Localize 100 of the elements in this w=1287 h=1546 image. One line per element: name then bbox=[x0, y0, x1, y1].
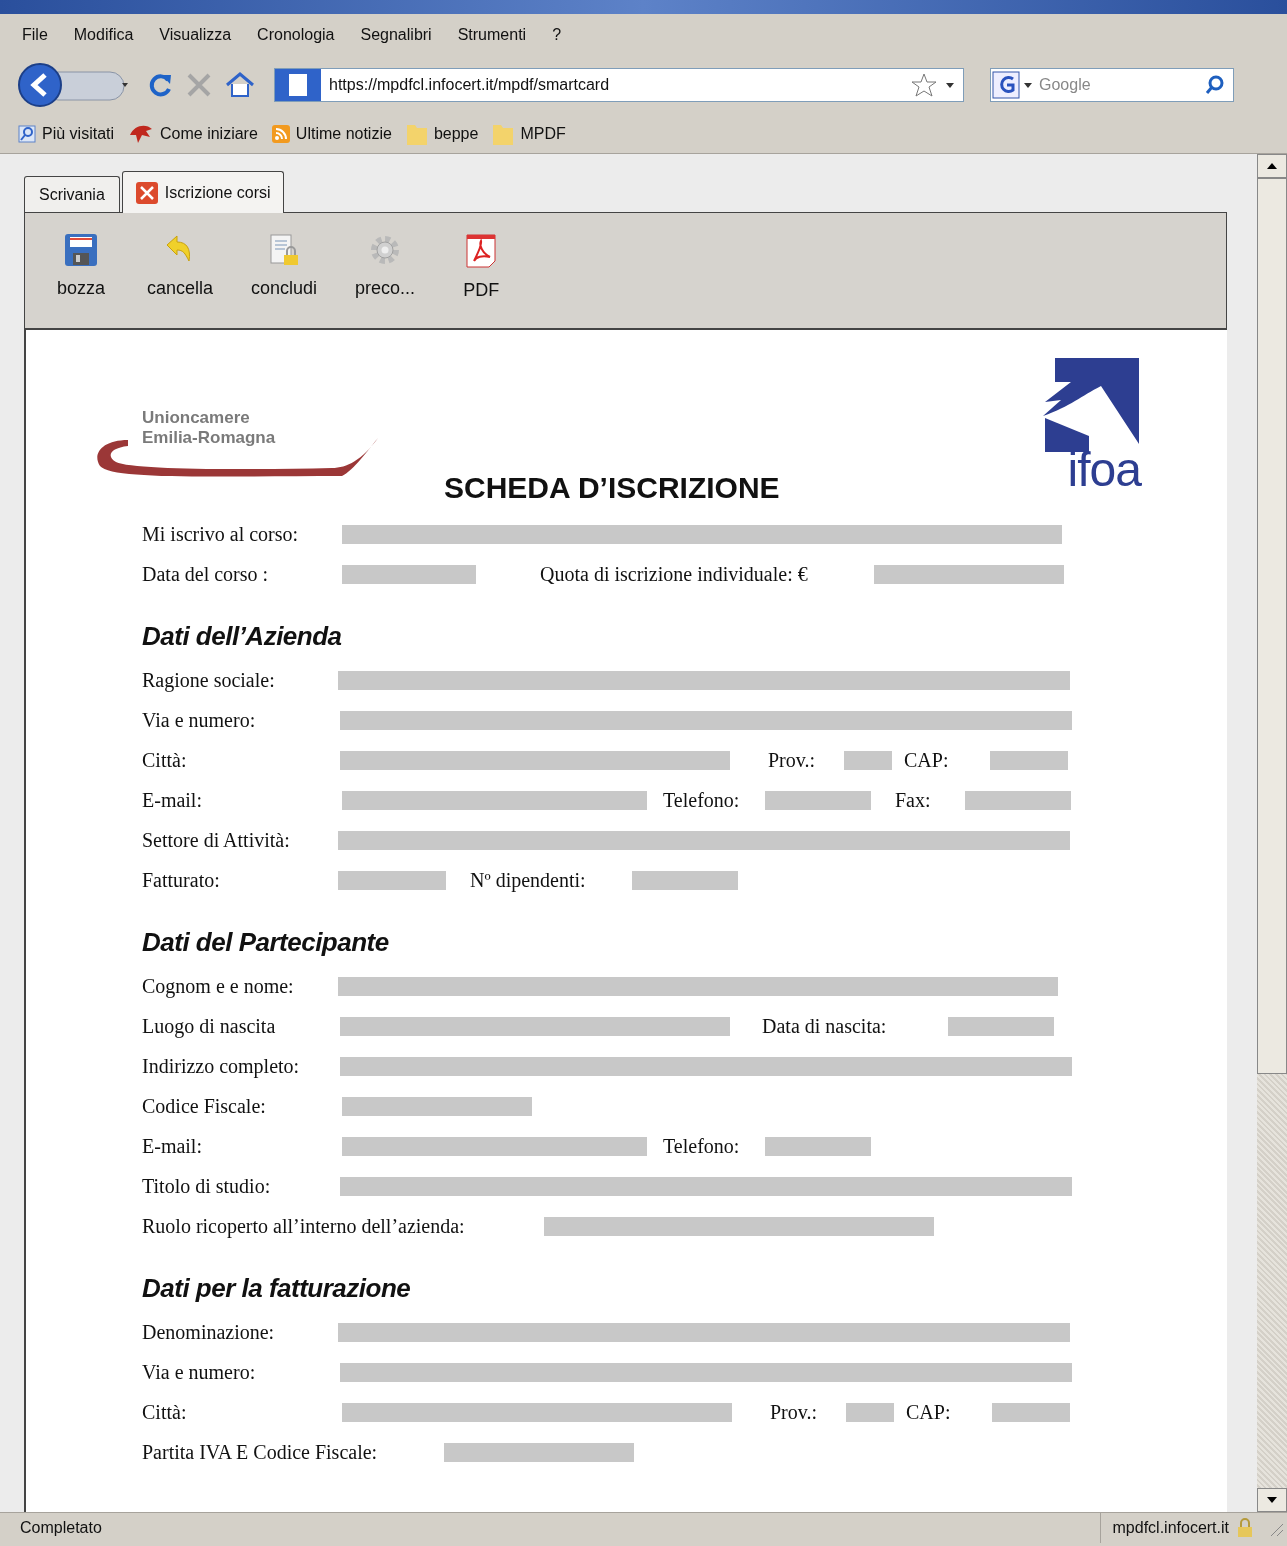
field-label: Luogo di nascita bbox=[142, 1014, 277, 1040]
address-bar[interactable]: https://mpdfcl.infocert.it/mpdf/smartcard bbox=[274, 68, 964, 102]
scroll-thumb[interactable] bbox=[1257, 178, 1287, 1074]
lock-icon bbox=[1237, 1518, 1253, 1538]
field-label: CAP: bbox=[906, 1400, 952, 1425]
host-text: mpdfcl.infocert.it bbox=[1112, 1518, 1229, 1538]
scrollbar[interactable] bbox=[1257, 154, 1287, 1512]
input-field[interactable] bbox=[342, 790, 647, 810]
input-field[interactable] bbox=[342, 564, 476, 584]
input-field[interactable] bbox=[340, 710, 1072, 730]
input-field[interactable] bbox=[990, 750, 1068, 770]
menu-item[interactable]: Cronologia bbox=[257, 23, 335, 47]
input-field[interactable] bbox=[444, 1442, 634, 1462]
input-field[interactable] bbox=[340, 1362, 1072, 1382]
pdf-file-icon bbox=[464, 233, 499, 269]
bookmark-link[interactable]: beppe bbox=[433, 121, 479, 146]
section-heading: Dati del Partecipante bbox=[142, 926, 390, 959]
field-label: Fax: bbox=[895, 788, 932, 813]
field-label: Città: bbox=[142, 1400, 188, 1425]
field-label: Data di nascita: bbox=[762, 1014, 888, 1039]
tab[interactable]: Iscrizione corsi bbox=[121, 171, 284, 213]
input-field[interactable] bbox=[342, 1402, 732, 1422]
search-input[interactable]: Google bbox=[1039, 73, 1189, 97]
input-field[interactable] bbox=[338, 670, 1070, 690]
field-label: Quota di iscrizione individuale: € bbox=[540, 562, 809, 587]
input-field[interactable] bbox=[340, 1056, 1072, 1076]
logo-text: ifoa bbox=[1066, 448, 1141, 492]
field-label: Prov.: bbox=[768, 748, 817, 773]
field-label: Codice Fiscale: bbox=[142, 1094, 267, 1119]
home-icon[interactable] bbox=[224, 71, 256, 99]
bookmark-link[interactable]: Come iniziare bbox=[160, 121, 258, 146]
dropdown-icon[interactable] bbox=[945, 80, 955, 90]
logo-text: Unioncamere bbox=[142, 408, 251, 428]
toolbar-button[interactable]: concludi bbox=[251, 233, 318, 302]
address-text: https://mpdfcl.infocert.it/mpdf/smartcard bbox=[329, 75, 610, 95]
field-label: Città: bbox=[142, 748, 188, 773]
section-heading: Dati dell’Azienda bbox=[142, 620, 343, 653]
input-field[interactable] bbox=[338, 830, 1070, 850]
form-title: SCHEDA D’ISCRIZIONE bbox=[444, 470, 781, 506]
input-field[interactable] bbox=[340, 1176, 1072, 1196]
field-label: CAP: bbox=[904, 748, 950, 773]
feed-icon bbox=[271, 124, 290, 143]
input-field[interactable] bbox=[544, 1216, 934, 1236]
field-label: Via e numero: bbox=[142, 1360, 257, 1385]
field-label: Telefono: bbox=[663, 788, 741, 813]
input-field[interactable] bbox=[340, 750, 730, 770]
input-field[interactable] bbox=[338, 976, 1058, 996]
star-icon[interactable] bbox=[911, 72, 937, 98]
field-label: Via e numero: bbox=[142, 708, 257, 733]
menu-item[interactable]: Visualizza bbox=[159, 23, 232, 47]
input-field[interactable] bbox=[846, 1402, 894, 1422]
bookmark-link[interactable]: Ultime notizie bbox=[295, 121, 392, 146]
input-field[interactable] bbox=[340, 1016, 730, 1036]
field-label: Titolo di studio: bbox=[142, 1174, 272, 1199]
input-field[interactable] bbox=[342, 524, 1062, 544]
field-label: Telefono: bbox=[663, 1134, 741, 1159]
toolbar-button[interactable]: preco... bbox=[355, 233, 416, 302]
field-label: Ragione sociale: bbox=[142, 668, 276, 694]
logo-text: Emilia-Romagna bbox=[142, 428, 276, 448]
input-field[interactable] bbox=[765, 790, 871, 810]
input-field[interactable] bbox=[342, 1136, 647, 1156]
toolbar-button[interactable]: PDF bbox=[453, 233, 510, 304]
input-field[interactable] bbox=[874, 564, 1064, 584]
menu-item[interactable]: File bbox=[22, 23, 48, 47]
input-field[interactable] bbox=[948, 1016, 1054, 1036]
search-icon[interactable] bbox=[1205, 75, 1225, 95]
field-label: Prov.: bbox=[770, 1400, 819, 1425]
input-field[interactable] bbox=[844, 750, 892, 770]
field-label: Indirizzo completo: bbox=[142, 1054, 301, 1080]
menu-item[interactable]: Modifica bbox=[73, 23, 134, 47]
menu-item[interactable]: Segnalibri bbox=[360, 23, 432, 47]
field-label: Denominazione: bbox=[142, 1320, 276, 1345]
page-icon bbox=[275, 69, 321, 101]
field-label: Partita IVA E Codice Fiscale: bbox=[142, 1440, 379, 1465]
input-field[interactable] bbox=[992, 1402, 1070, 1422]
toolbar-button[interactable]: bozza bbox=[53, 233, 109, 302]
toolbar-button[interactable]: cancella bbox=[147, 233, 214, 302]
scroll-up-icon[interactable] bbox=[1266, 162, 1278, 170]
close-icon[interactable] bbox=[134, 180, 159, 205]
status-text: Completato bbox=[20, 1518, 102, 1538]
input-field[interactable] bbox=[338, 1322, 1070, 1342]
input-field[interactable] bbox=[632, 870, 738, 890]
input-field[interactable] bbox=[765, 1136, 871, 1156]
google-icon[interactable] bbox=[991, 70, 1035, 100]
menu-item[interactable]: Strumenti bbox=[457, 23, 527, 47]
input-field[interactable] bbox=[338, 870, 446, 890]
field-label: Mi iscrivo al corso: bbox=[142, 522, 300, 547]
field-label: E-mail: bbox=[142, 788, 203, 813]
menu-item[interactable]: ? bbox=[552, 23, 562, 47]
field-label: Nº dipendenti: bbox=[470, 868, 587, 894]
bookmark-link[interactable]: Più visitati bbox=[42, 121, 115, 146]
search-field[interactable]: Google bbox=[990, 68, 1234, 102]
field-label: Ruolo ricoperto all’interno dell’azienda: bbox=[142, 1214, 466, 1240]
field-label: E-mail: bbox=[142, 1134, 203, 1159]
scroll-down-icon[interactable] bbox=[1266, 1496, 1278, 1504]
tab[interactable]: Scrivania bbox=[24, 176, 120, 212]
search-page-icon bbox=[18, 124, 36, 143]
bookmark-link[interactable]: MPDF bbox=[520, 121, 566, 146]
input-field[interactable] bbox=[965, 790, 1071, 810]
input-field[interactable] bbox=[342, 1096, 532, 1116]
